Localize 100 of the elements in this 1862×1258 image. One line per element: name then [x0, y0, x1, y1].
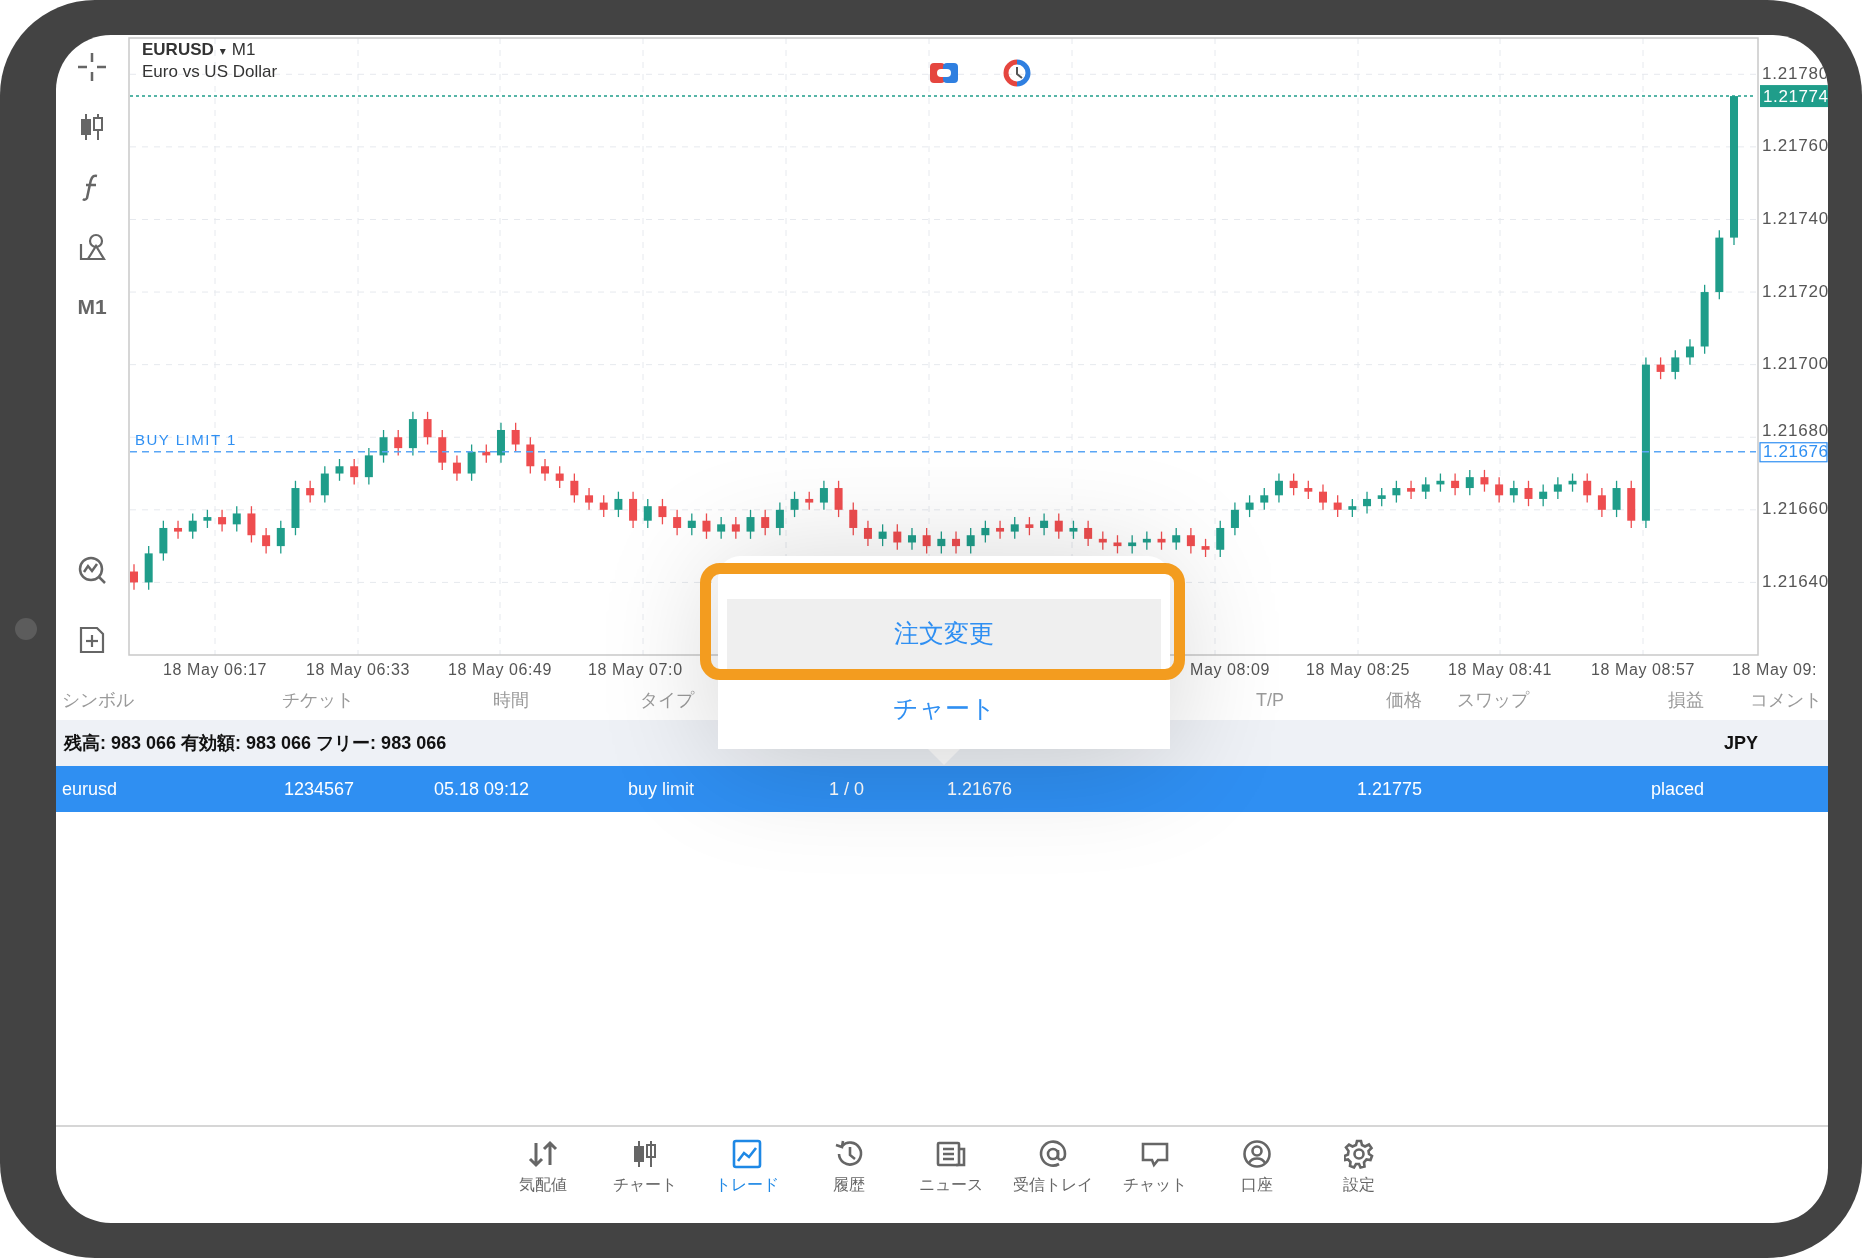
candlestick [203, 509, 212, 529]
candlestick [1568, 472, 1577, 493]
order-line-label: BUY LIMIT 1 [135, 430, 237, 448]
candlestick [908, 527, 916, 551]
candlestick [1627, 480, 1636, 529]
nav-tab[interactable]: 口座 [1206, 1127, 1308, 1223]
arrows-icon [528, 1139, 558, 1169]
candlestick [452, 454, 461, 482]
candlestick [1069, 520, 1078, 540]
candlestick [731, 516, 740, 540]
price-axis-label: 1.21640 [1762, 571, 1828, 591]
candlestick [526, 436, 535, 475]
candlestick [130, 563, 138, 591]
candlestick [570, 472, 579, 504]
order-line[interactable] [129, 451, 1757, 453]
candlestick [981, 520, 990, 544]
nav-tab[interactable]: 設定 [1308, 1127, 1410, 1223]
nav-tab[interactable]: トレード [696, 1127, 798, 1223]
candlestick [1539, 483, 1548, 507]
column-header[interactable]: 価格 [1386, 689, 1422, 710]
candlestick [1656, 356, 1665, 380]
candlestick [1245, 494, 1254, 518]
candlestick [746, 509, 755, 540]
one-click-trading-icon[interactable] [930, 63, 958, 83]
candlestick [1128, 534, 1137, 555]
order-row[interactable]: eurusd 1234567 05.18 09:12 buy limit 1 / 0 1.21676 1.21775 placed [56, 766, 1828, 812]
candlestick [1230, 501, 1239, 536]
candlestick [1142, 530, 1151, 551]
time-axis-label: 18 May 06:33 [305, 661, 411, 678]
time-axis-label: 18 May 08:57 [1590, 661, 1696, 678]
nav-tab[interactable]: 気配値 [492, 1127, 594, 1223]
column-header[interactable]: スワップ [1457, 689, 1529, 710]
crosshair-icon[interactable] [77, 52, 107, 82]
time-axis-label: 18 May 06:17 [162, 661, 268, 678]
candlestick [1348, 498, 1357, 518]
candlestick [878, 523, 887, 547]
table-cell: eurusd [62, 778, 118, 799]
nav-tab[interactable]: チャット [1104, 1127, 1206, 1223]
price-axis-label: 1.21700 [1762, 354, 1828, 374]
candlestick [775, 501, 784, 536]
candlestick [1363, 491, 1372, 515]
nav-tab[interactable]: ニュース [900, 1127, 1002, 1223]
candlestick [1715, 229, 1724, 300]
candlestick [717, 516, 726, 540]
column-header[interactable]: シンボル [62, 689, 134, 710]
candlestick [658, 498, 667, 525]
column-header[interactable]: タイプ [640, 689, 694, 710]
candlestick [1172, 527, 1181, 551]
candlestick [1597, 487, 1606, 518]
candlestick [496, 422, 505, 464]
ask-price-tag: 1.21774 [1760, 85, 1828, 108]
candlestick [1524, 480, 1533, 507]
time-axis-label: 18 May 08:41 [1447, 661, 1553, 678]
candlestick [937, 530, 946, 555]
menu-item[interactable]: 注文変更 [727, 599, 1161, 669]
indicator-icon[interactable] [77, 555, 107, 585]
column-header[interactable]: コメント [1750, 689, 1822, 710]
shapes-icon[interactable] [77, 232, 107, 262]
table-cell: 1.21676 [946, 778, 1012, 799]
price-axis-label: 1.21680 [1762, 421, 1828, 441]
candlestick [1612, 480, 1621, 518]
symbol-title[interactable]: EURUSD ▾ M1 [142, 40, 256, 59]
price-axis-label: 1.21720 [1762, 281, 1828, 301]
candlestick [1509, 480, 1518, 504]
settings-icon [1344, 1139, 1374, 1169]
nav-tab[interactable]: チャート [594, 1127, 696, 1223]
column-header[interactable]: T/P [1256, 689, 1284, 710]
price-axis-label: 1.21760 [1762, 136, 1828, 156]
candlestick [511, 422, 520, 453]
candlestick [144, 545, 153, 591]
candlestick [1113, 534, 1122, 555]
candlestick [320, 465, 329, 504]
candlestick [687, 512, 696, 536]
table-cell: placed [1650, 778, 1704, 799]
candlestick [350, 458, 359, 486]
candlestick [1289, 472, 1298, 496]
symbol-description: Euro vs US Dollar [142, 62, 278, 81]
candlestick [863, 520, 872, 547]
candlestick [1700, 284, 1709, 355]
currency-label: JPY [1723, 731, 1758, 755]
column-header[interactable]: 時間 [493, 689, 529, 710]
nav-tab[interactable]: 履歴 [798, 1127, 900, 1223]
candlestick [1216, 520, 1225, 558]
candlestick [1157, 530, 1166, 551]
candlestick [1553, 476, 1562, 500]
table-cell: 1.21775 [1356, 778, 1422, 799]
candlestick [232, 505, 241, 533]
column-header[interactable]: 損益 [1668, 689, 1704, 710]
candlestick [555, 465, 564, 489]
add-icon[interactable] [77, 625, 107, 655]
clock-icon[interactable] [1003, 59, 1031, 87]
timeframe-button[interactable]: M1 [77, 292, 107, 322]
nav-tab[interactable]: 受信トレイ [1002, 1127, 1104, 1223]
table-cell: 1 / 0 [828, 778, 864, 799]
candlestick [159, 520, 168, 562]
candlestick [966, 527, 975, 555]
candlestick [438, 429, 447, 471]
candlestick [218, 509, 227, 533]
candlestick [291, 480, 300, 536]
column-header[interactable]: チケット [282, 689, 354, 710]
